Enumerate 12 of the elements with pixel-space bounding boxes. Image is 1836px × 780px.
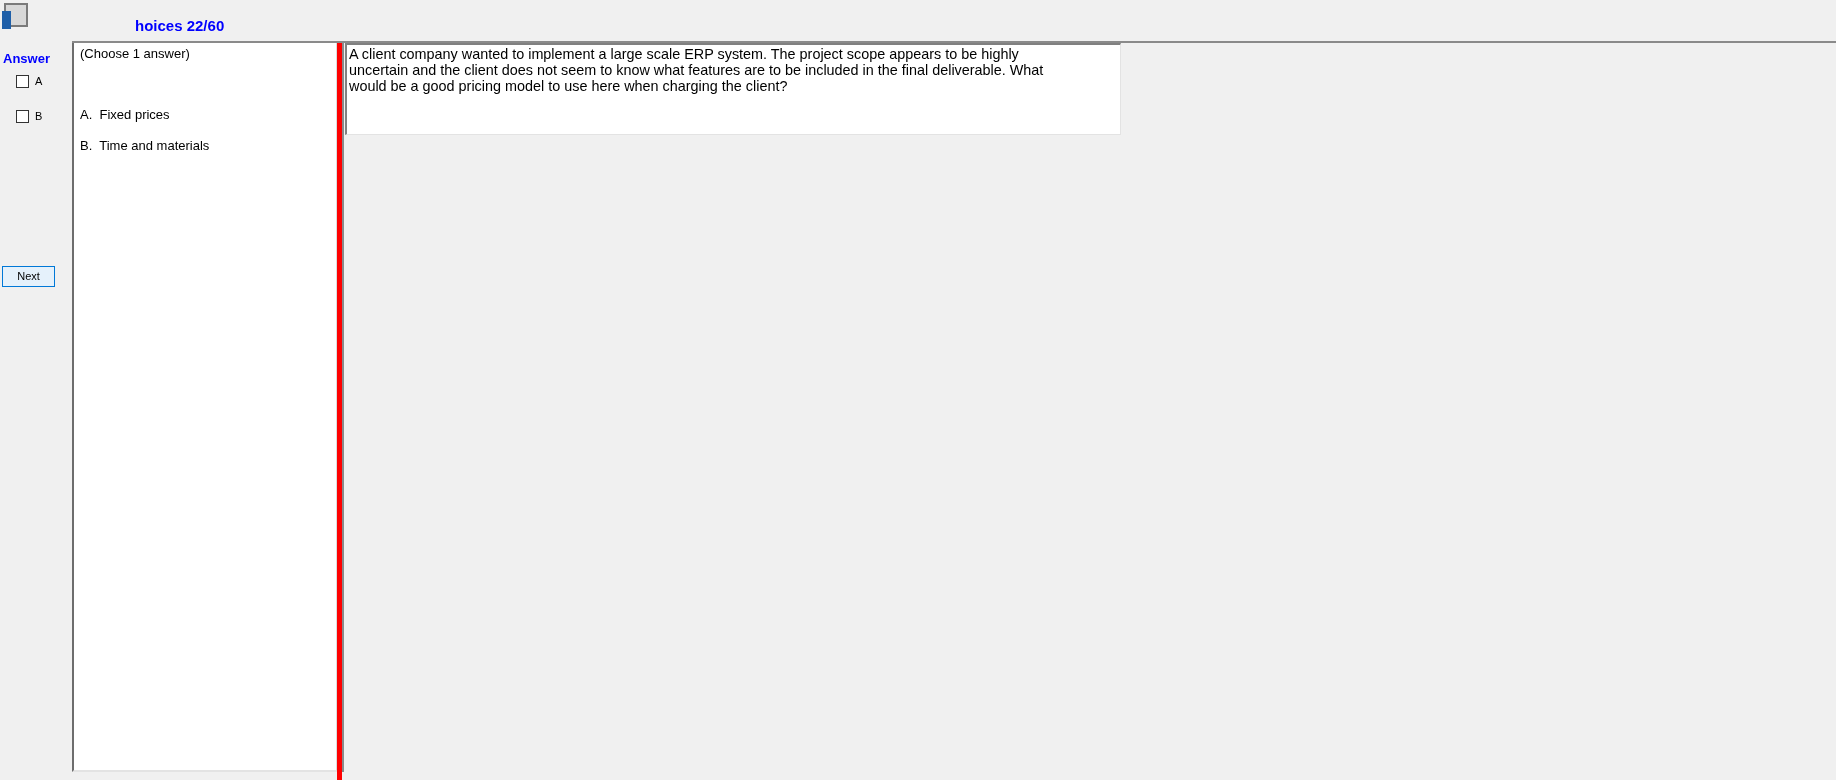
question-text: A client company wanted to implement a large scale ERP system. The project scope appears to be highly uncertain and the client does not seem to know what features are to be included in the final deliverable. What would be a good pricing model to use here when charging the client? (349, 46, 1045, 94)
checkbox[interactable] (16, 110, 29, 123)
instruction-text: (Choose 1 answer) (80, 46, 191, 62)
checkbox[interactable] (16, 75, 29, 88)
checkbox-label: A (35, 75, 43, 88)
window-title: hoices 22/60 (135, 17, 225, 35)
choice-text: B. Time and materials (80, 138, 211, 154)
app-icon (2, 3, 28, 29)
checkbox-label: B (35, 110, 43, 123)
answer-heading: Answer (3, 51, 51, 67)
next-button[interactable]: Next (2, 266, 55, 287)
choice-text: A. Fixed prices (80, 107, 171, 123)
